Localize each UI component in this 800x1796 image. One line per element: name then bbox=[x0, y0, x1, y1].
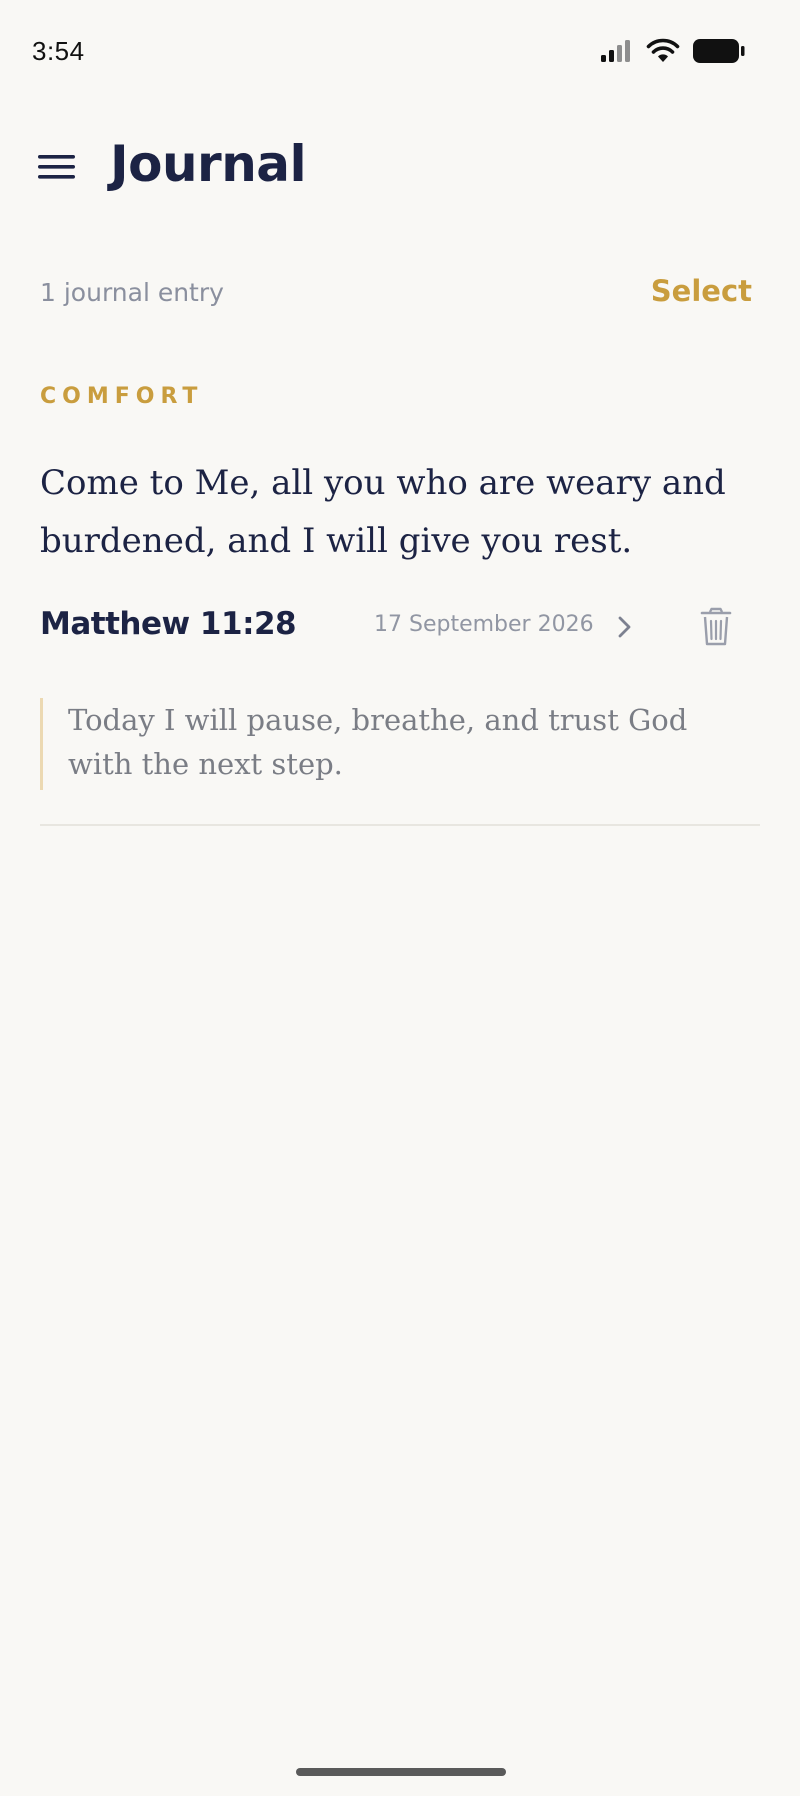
page-title: Journal bbox=[110, 135, 307, 193]
entry-count: 1 journal entry bbox=[40, 278, 224, 307]
status-bar: 3:54 bbox=[0, 0, 800, 100]
trash-icon[interactable] bbox=[696, 606, 736, 648]
hamburger-menu-icon bbox=[38, 155, 75, 179]
journal-entry[interactable]: COMFORT Come to Me, all you who are wear… bbox=[40, 384, 760, 790]
status-time: 3:54 bbox=[32, 36, 85, 66]
select-button[interactable]: Select bbox=[651, 274, 752, 308]
entry-date: 17 September 2026 bbox=[374, 612, 594, 637]
header: Journal bbox=[0, 120, 800, 220]
entry-reference: Matthew 11:28 bbox=[40, 606, 297, 642]
toolbar: 1 journal entry Select bbox=[40, 272, 752, 316]
cellular-signal-icon bbox=[601, 40, 630, 62]
entry-divider bbox=[40, 824, 760, 826]
home-indicator bbox=[296, 1768, 506, 1776]
entry-category: COMFORT bbox=[40, 384, 204, 409]
menu-button[interactable] bbox=[30, 140, 84, 194]
entry-verse: Come to Me, all you who are weary and bu… bbox=[40, 463, 726, 561]
entry-note: Today I will pause, breathe, and trust G… bbox=[40, 698, 748, 790]
status-icons bbox=[600, 38, 746, 64]
wifi-icon bbox=[646, 38, 680, 62]
entry-meta: Matthew 11:28 17 September 2026 bbox=[40, 598, 752, 654]
chevron-right-icon[interactable] bbox=[610, 612, 640, 642]
battery-icon bbox=[693, 39, 745, 63]
